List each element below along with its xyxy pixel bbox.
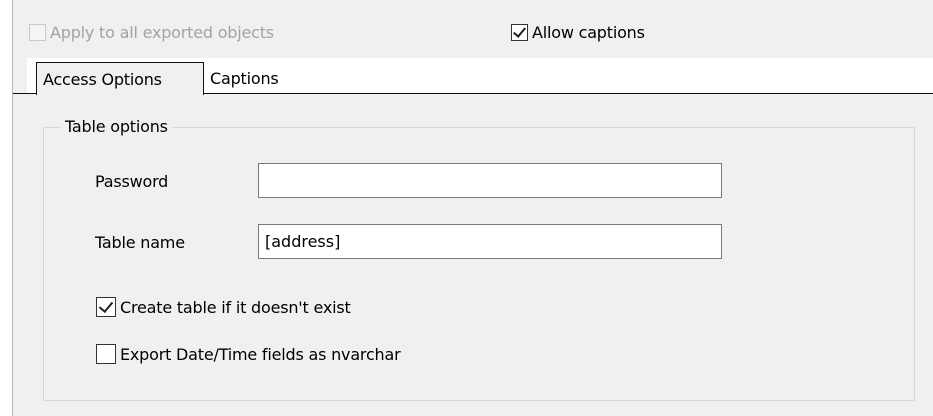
password-input[interactable] <box>258 163 722 198</box>
tab-captions-label: Captions <box>210 68 279 88</box>
table-name-input[interactable] <box>258 224 722 259</box>
export-datetime-checkbox-box[interactable] <box>96 344 116 364</box>
create-table-label: Create table if it doesn't exist <box>120 297 351 317</box>
apply-to-all-label: Apply to all exported objects <box>50 22 274 42</box>
allow-captions-label: Allow captions <box>532 22 645 42</box>
export-datetime-checkbox[interactable]: Export Date/Time fields as nvarchar <box>96 343 401 365</box>
create-table-checkbox[interactable]: Create table if it doesn't exist <box>96 296 351 318</box>
tab-access-options[interactable]: Access Options <box>36 62 204 95</box>
apply-to-all-checkbox-box[interactable] <box>29 23 46 41</box>
create-table-checkbox-box[interactable] <box>96 297 116 317</box>
allow-captions-checkbox[interactable]: Allow captions <box>511 21 645 43</box>
apply-to-all-checkbox[interactable]: Apply to all exported objects <box>29 21 274 43</box>
allow-captions-checkbox-box[interactable] <box>511 23 528 41</box>
export-options-panel: Apply to all exported objects Allow capt… <box>12 0 933 416</box>
table-name-label: Table name <box>95 233 185 252</box>
password-label: Password <box>95 172 169 191</box>
tab-captions[interactable]: Captions <box>208 62 279 94</box>
table-options-title: Table options <box>61 117 172 136</box>
export-datetime-label: Export Date/Time fields as nvarchar <box>120 344 401 364</box>
tab-access-options-label: Access Options <box>43 69 162 89</box>
